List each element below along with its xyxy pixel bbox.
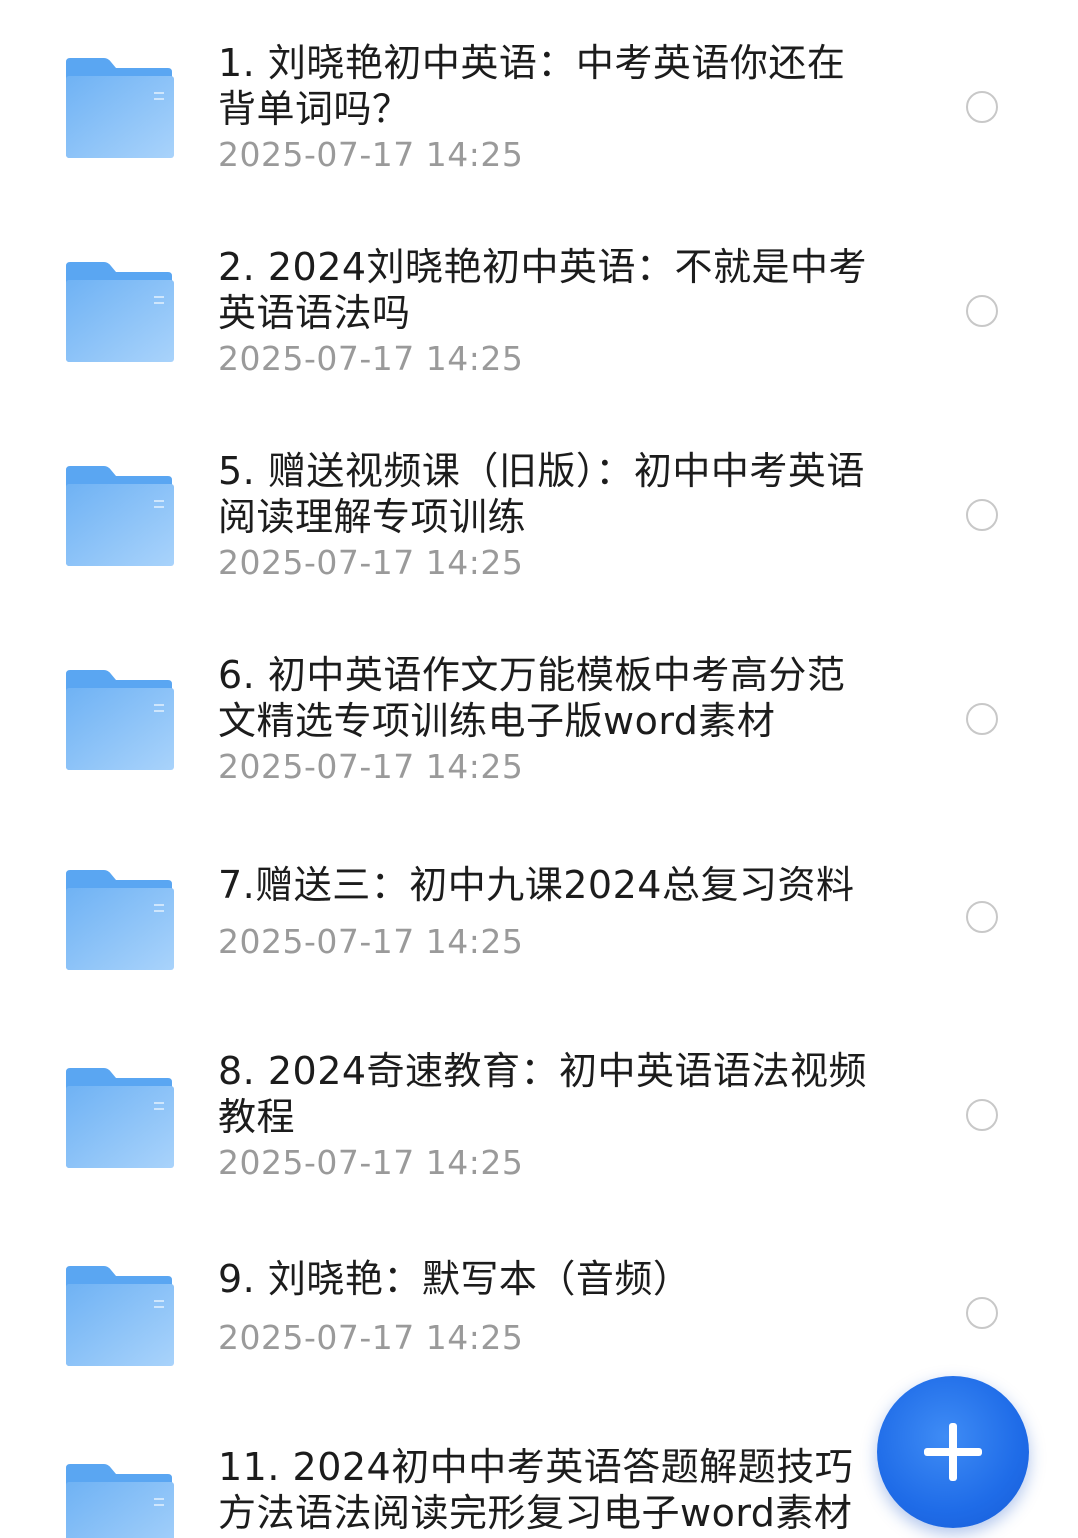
- select-radio[interactable]: [966, 91, 998, 123]
- file-title: 11. 2024初中中考英语答题解题技巧方法语法阅读完形复习电子word素材: [218, 1445, 854, 1535]
- select-radio[interactable]: [966, 499, 998, 531]
- file-title: 7.赠送三：初中九课2024总复习资料: [218, 863, 855, 907]
- select-radio[interactable]: [966, 295, 998, 327]
- file-item[interactable]: 6. 初中英语作文万能模板中考高分范文精选专项训练电子版word素材 2025-…: [0, 612, 1078, 816]
- file-timestamp: 2025-07-17 14:25: [218, 747, 524, 786]
- file-item[interactable]: 1. 刘晓艳初中英语：中考英语你还在背单词吗？ 2025-07-17 14:25: [0, 0, 1078, 204]
- file-item[interactable]: 8. 2024奇速教育：初中英语语法视频教程 2025-07-17 14:25: [0, 1014, 1078, 1212]
- file-item[interactable]: 5. 赠送视频课（旧版）：初中中考英语阅读理解专项训练 2025-07-17 1…: [0, 408, 1078, 612]
- file-item[interactable]: 9. 刘晓艳：默写本（音频） 2025-07-17 14:25: [0, 1212, 1078, 1410]
- folder-icon: [64, 1066, 176, 1168]
- plus-icon: [924, 1423, 982, 1481]
- file-item[interactable]: 7.赠送三：初中九课2024总复习资料 2025-07-17 14:25: [0, 816, 1078, 1014]
- file-title: 8. 2024奇速教育：初中英语语法视频教程: [218, 1049, 868, 1139]
- folder-icon: [64, 1264, 176, 1366]
- file-title: 5. 赠送视频课（旧版）：初中中考英语阅读理解专项训练: [218, 449, 865, 539]
- file-timestamp: 2025-07-17 14:25: [218, 543, 524, 582]
- file-timestamp: 2025-07-17 14:25: [218, 1318, 524, 1357]
- select-radio[interactable]: [966, 1297, 998, 1329]
- file-timestamp: 2025-07-17 14:25: [218, 922, 524, 961]
- folder-icon: [64, 868, 176, 970]
- select-radio[interactable]: [966, 703, 998, 735]
- file-title: 6. 初中英语作文万能模板中考高分范文精选专项训练电子版word素材: [218, 653, 846, 743]
- folder-icon: [64, 260, 176, 362]
- add-button[interactable]: [877, 1376, 1029, 1528]
- file-item[interactable]: 2. 2024刘晓艳初中英语：不就是中考英语语法吗 2025-07-17 14:…: [0, 204, 1078, 408]
- file-list: 1. 刘晓艳初中英语：中考英语你还在背单词吗？ 2025-07-17 14:25…: [0, 0, 1078, 1538]
- select-radio[interactable]: [966, 1099, 998, 1131]
- file-title: 1. 刘晓艳初中英语：中考英语你还在背单词吗？: [218, 41, 846, 131]
- file-timestamp: 2025-07-17 14:25: [218, 1143, 524, 1182]
- file-title: 2. 2024刘晓艳初中英语：不就是中考英语语法吗: [218, 245, 868, 335]
- file-timestamp: 2025-07-17 14:25: [218, 339, 524, 378]
- file-timestamp: 2025-07-17 14:25: [218, 135, 524, 174]
- folder-icon: [64, 1462, 176, 1538]
- file-title: 9. 刘晓艳：默写本（音频）: [218, 1257, 692, 1301]
- folder-icon: [64, 56, 176, 158]
- folder-icon: [64, 464, 176, 566]
- folder-icon: [64, 668, 176, 770]
- select-radio[interactable]: [966, 901, 998, 933]
